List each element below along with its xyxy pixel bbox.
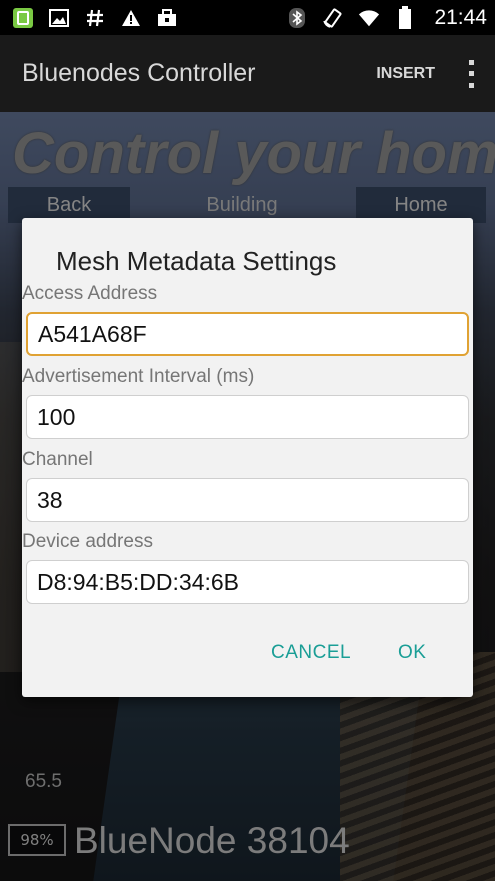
- insert-button[interactable]: INSERT: [376, 65, 435, 83]
- app-title: Bluenodes Controller: [22, 59, 256, 87]
- status-bar: 21:44: [0, 0, 495, 35]
- cancel-button[interactable]: CANCEL: [271, 642, 351, 664]
- channel-label: Channel: [22, 449, 93, 470]
- hash-icon: [84, 7, 106, 29]
- device-address-label: Device address: [22, 531, 153, 552]
- status-bar-right: 21:44: [286, 5, 487, 30]
- briefcase-icon: [156, 7, 178, 29]
- ok-button[interactable]: OK: [398, 642, 426, 664]
- wifi-icon: [358, 7, 380, 29]
- mesh-metadata-dialog: Mesh Metadata Settings Access Address A5…: [22, 218, 473, 697]
- overflow-menu-icon[interactable]: [465, 59, 477, 88]
- image-icon: [48, 7, 70, 29]
- advertisement-interval-field[interactable]: 100: [26, 395, 469, 439]
- warning-icon: [120, 7, 142, 29]
- app-notification-icon: [12, 7, 34, 29]
- dialog-title: Mesh Metadata Settings: [56, 246, 337, 276]
- battery-icon: [394, 5, 416, 29]
- rotate-icon: [322, 7, 344, 29]
- clock: 21:44: [434, 5, 487, 29]
- bluetooth-icon: [286, 7, 308, 29]
- access-address-field[interactable]: A541A68F: [26, 312, 469, 356]
- channel-field[interactable]: 38: [26, 478, 469, 522]
- status-bar-left: [12, 7, 178, 29]
- access-address-label: Access Address: [22, 283, 158, 304]
- device-address-field[interactable]: D8:94:B5:DD:34:6B: [26, 560, 469, 604]
- action-bar: Bluenodes Controller INSERT: [0, 35, 495, 112]
- advertisement-interval-label: Advertisement Interval (ms): [22, 366, 255, 387]
